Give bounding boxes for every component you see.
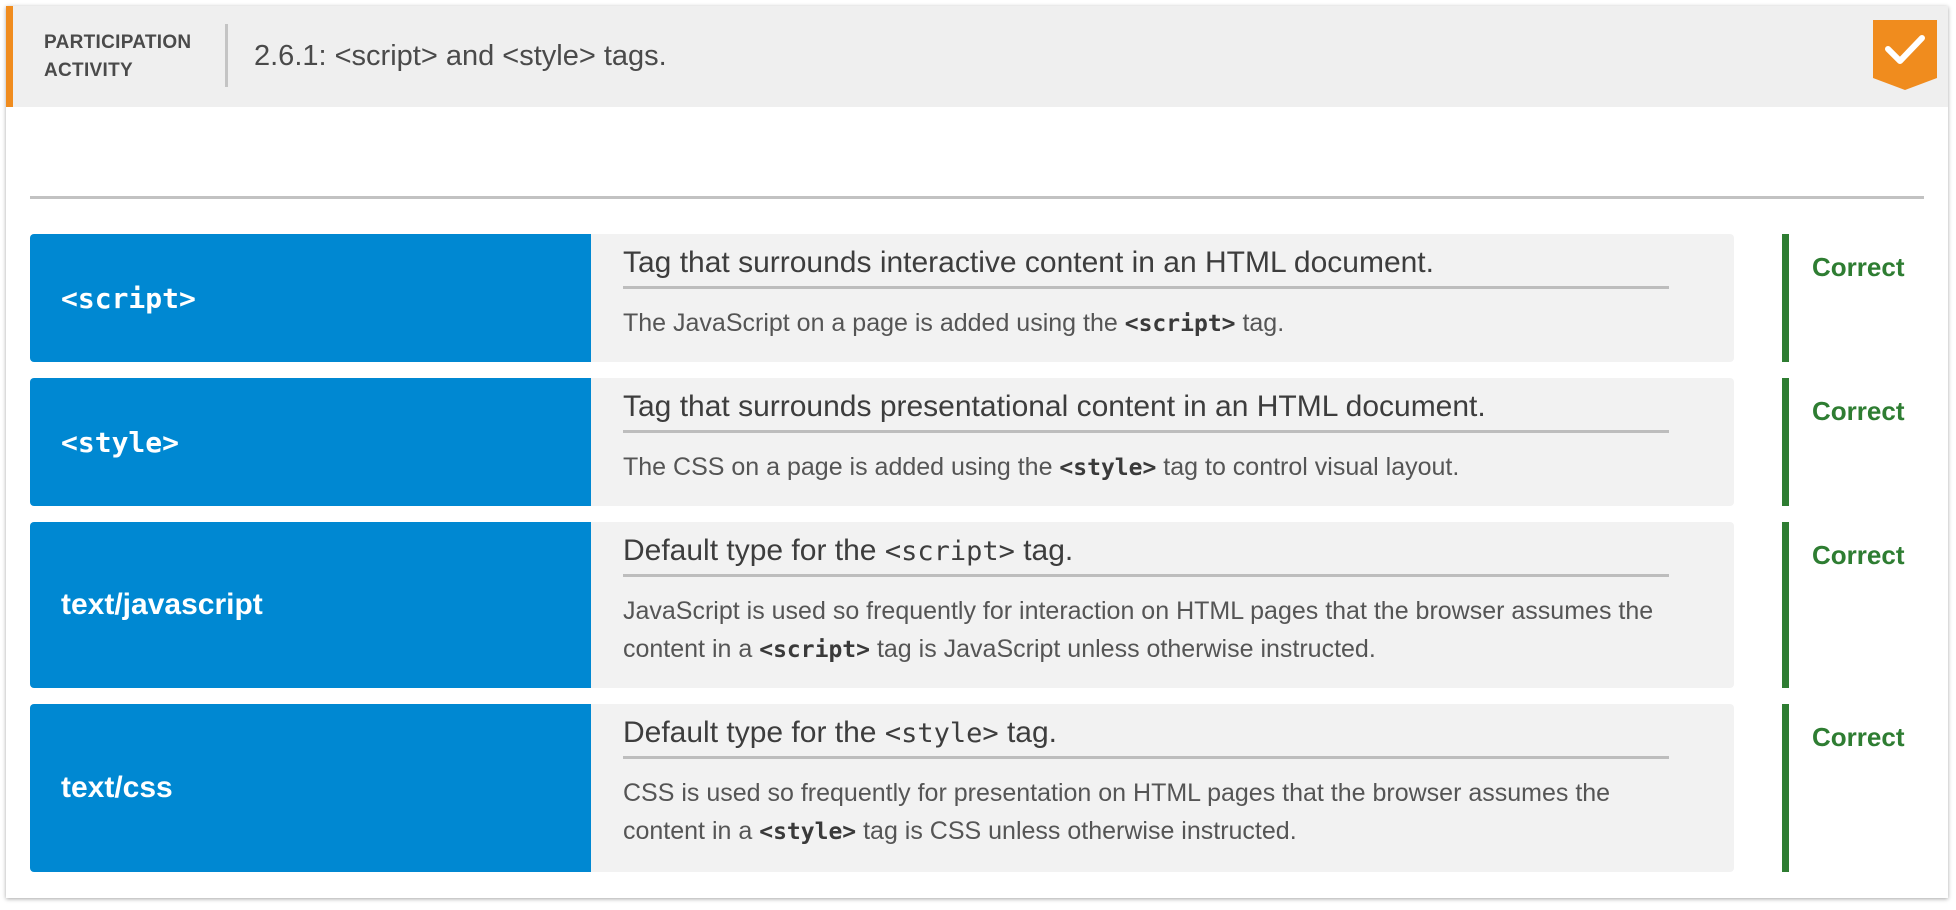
- code-tag: <script>: [884, 536, 1015, 567]
- definition-box: Default type for the <style> tag. CSS is…: [591, 704, 1734, 872]
- definition-explanation: The CSS on a page is added using the <st…: [623, 448, 1683, 487]
- checkmark-icon: [1873, 20, 1937, 90]
- explanation-text: tag is JavaScript unless otherwise instr…: [870, 635, 1376, 663]
- label-line-1: PARTICIPATION: [44, 32, 192, 53]
- header-divider: [225, 24, 228, 87]
- term-tile[interactable]: text/css: [30, 704, 591, 872]
- code-tag: <style>: [884, 718, 999, 749]
- definition-title-text: Default type for the: [623, 716, 885, 749]
- matching-row: <style> Tag that surrounds presentationa…: [30, 378, 1904, 506]
- definition-explanation: JavaScript is used so frequently for int…: [623, 592, 1683, 669]
- code-tag: <script>: [1124, 311, 1236, 337]
- status-bar: [1782, 378, 1789, 506]
- participation-activity-label: PARTICIPATION ACTIVITY: [44, 29, 191, 85]
- status-bar: [1782, 704, 1789, 872]
- matching-row: <script> Tag that surrounds interactive …: [30, 234, 1904, 362]
- code-tag: <script>: [759, 637, 870, 663]
- participation-activity-card: PARTICIPATION ACTIVITY 2.6.1: <script> a…: [6, 6, 1948, 898]
- term-tile[interactable]: text/javascript: [30, 522, 591, 688]
- top-rule: [30, 196, 1924, 199]
- explanation-text: The CSS on a page is added using the: [623, 453, 1060, 481]
- term-tile[interactable]: <style>: [30, 378, 591, 506]
- matching-row: text/css Default type for the <style> ta…: [30, 704, 1904, 872]
- explanation-text: tag is CSS unless otherwise instructed.: [856, 817, 1297, 845]
- definition-explanation: The JavaScript on a page is added using …: [623, 304, 1683, 343]
- status-label: Correct: [1812, 396, 1905, 426]
- definition-explanation: CSS is used so frequently for presentati…: [623, 774, 1683, 851]
- definition-title-text: Default type for the: [623, 534, 885, 567]
- definition-box: Default type for the <script> tag. JavaS…: [591, 522, 1734, 688]
- code-tag: <style>: [1059, 455, 1157, 481]
- definition-title: Default type for the <style> tag.: [623, 716, 1669, 759]
- status-label: Correct: [1812, 252, 1905, 282]
- activity-header: PARTICIPATION ACTIVITY 2.6.1: <script> a…: [6, 6, 1948, 107]
- activity-title: 2.6.1: <script> and <style> tags.: [254, 40, 667, 72]
- status-label: Correct: [1812, 540, 1905, 570]
- definition-title: Default type for the <script> tag.: [623, 534, 1669, 577]
- definition-title: Tag that surrounds interactive content i…: [623, 246, 1669, 289]
- code-tag: <style>: [759, 819, 857, 845]
- explanation-text: tag.: [1235, 309, 1285, 337]
- matching-row: text/javascript Default type for the <sc…: [30, 522, 1904, 688]
- definition-box: Tag that surrounds interactive content i…: [591, 234, 1734, 362]
- explanation-text: tag to control visual layout.: [1156, 453, 1460, 481]
- explanation-text: The JavaScript on a page is added using …: [623, 309, 1125, 337]
- status-bar: [1782, 522, 1789, 688]
- definition-title-text: tag.: [998, 716, 1057, 749]
- status-bar: [1782, 234, 1789, 362]
- completion-badge: [1873, 20, 1937, 90]
- definition-box: Tag that surrounds presentational conten…: [591, 378, 1734, 506]
- definition-title: Tag that surrounds presentational conten…: [623, 390, 1669, 433]
- definition-title-text: tag.: [1014, 534, 1074, 567]
- term-tile[interactable]: <script>: [30, 234, 591, 362]
- status-label: Correct: [1812, 722, 1905, 752]
- label-line-2: ACTIVITY: [44, 60, 133, 81]
